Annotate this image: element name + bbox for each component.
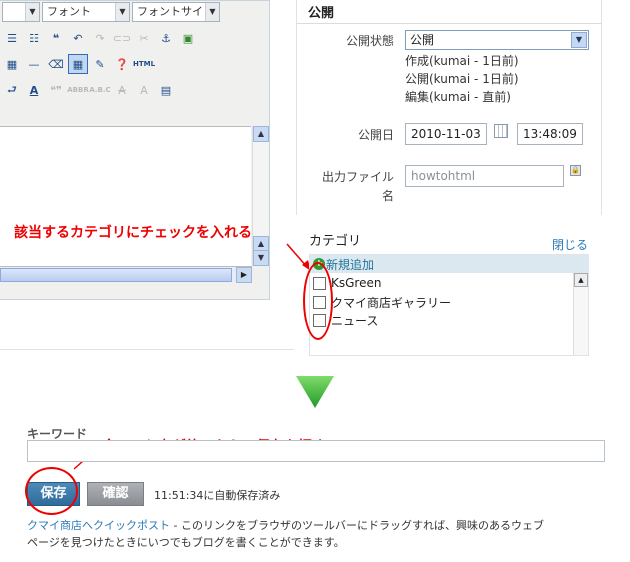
editor-toolbar-row-3: ▦ — ⌫ ▦ ✎ ❓ HTML [0, 52, 155, 76]
image-icon[interactable]: ▣ [178, 28, 198, 48]
chevron-down-icon: ▼ [205, 3, 219, 21]
divider [0, 349, 294, 350]
autosave-status: 11:51:34に自動保存済み [154, 489, 281, 502]
indent-icon[interactable]: ☷ [24, 28, 44, 48]
date-input[interactable]: 2010-11-03 [405, 123, 487, 145]
calendar-icon[interactable] [494, 124, 508, 138]
divider [296, 23, 602, 24]
editor-toolbar-row-1: ▼ フォント ▼ フォントサイ ▼ [0, 0, 220, 24]
undo-icon[interactable]: ↶ [68, 28, 88, 48]
editor-toolbar-row-2: ☰ ☷ ❝ ↶ ↷ ⊂⊃ ✂ ⚓ ▣ [0, 26, 198, 50]
chevron-down-icon: ▼ [25, 3, 39, 21]
editor-toolbar-row-4: ⮐ A ❝❞ ABBR A.B.C A A ▤ [0, 78, 176, 102]
output-file-label: 出力ファイル 名 [321, 170, 394, 203]
category-title: カテゴリ [309, 234, 362, 249]
editor-vertical-scrollbar[interactable]: ▲ ▲ ▼ [252, 126, 269, 266]
font-family-select[interactable]: フォント ▼ [42, 2, 130, 22]
style-icon[interactable]: A [24, 80, 44, 100]
lock-icon[interactable]: 🔒 [570, 165, 581, 176]
chevron-down-icon: ▼ [115, 3, 129, 21]
scroll-right-icon[interactable]: ▶ [236, 267, 252, 283]
time-input[interactable]: 13:48:09 [517, 123, 583, 145]
redo-icon[interactable]: ↷ [90, 28, 110, 48]
cleanup-icon[interactable]: ✎ [90, 54, 110, 74]
history-edited: 編集(kumai - 直前) [405, 90, 511, 104]
insert-text-icon[interactable]: A [134, 80, 154, 100]
format-select[interactable]: ▼ [2, 2, 40, 22]
horizontal-rule-icon[interactable]: — [24, 54, 44, 74]
scroll-up-icon[interactable]: ▲ [574, 273, 588, 287]
chevron-down-icon: ▼ [571, 32, 587, 48]
link-icon[interactable]: ⊂⊃ [112, 28, 132, 48]
acronym-icon[interactable]: A.B.C [89, 80, 110, 100]
annotation-circle [303, 262, 333, 340]
editor-horizontal-scrollbar[interactable]: ▶ [0, 266, 252, 283]
editor-content-area[interactable] [0, 126, 251, 266]
annotation-category-note: 該当するカテゴリにチェックを入れる [14, 225, 252, 241]
list-item[interactable]: クマイ商店ギャラリー [313, 294, 451, 311]
outdent-icon[interactable]: ☰ [2, 28, 22, 48]
html-source-button[interactable]: HTML [133, 54, 155, 74]
attributes-icon[interactable]: ▤ [156, 80, 176, 100]
history-created: 作成(kumai - 1日前) [405, 54, 519, 68]
history-published: 公開(kumai - 1日前) [405, 72, 519, 86]
unlink-icon[interactable]: ✂ [134, 28, 154, 48]
eraser-icon[interactable]: ⌫ [46, 54, 66, 74]
table-icon[interactable]: ▦ [2, 54, 22, 74]
insert-layer-icon[interactable]: ⮐ [2, 80, 22, 100]
publish-title: 公開 [308, 6, 335, 21]
grid-icon[interactable]: ▦ [68, 54, 88, 74]
category-close-link[interactable]: 閉じる [552, 236, 588, 253]
status-select[interactable]: 公開 ▼ [405, 30, 589, 50]
cite-icon[interactable]: ❝❞ [46, 80, 66, 100]
annotation-circle [25, 467, 78, 515]
category-scrollbar[interactable]: ▲ [573, 273, 588, 355]
keyword-input[interactable] [27, 440, 605, 462]
down-arrow-icon [296, 376, 334, 408]
blockquote-icon[interactable]: ❝ [46, 28, 66, 48]
output-file-input[interactable]: howtohtml [405, 165, 564, 187]
font-size-select[interactable]: フォントサイ ▼ [132, 2, 220, 22]
scroll-up-icon[interactable]: ▲ [253, 126, 269, 142]
strikethrough-icon[interactable]: A [112, 80, 132, 100]
scroll-down-icon[interactable]: ▼ [253, 250, 269, 266]
quickpost-link[interactable]: クマイ商店へクイックポスト [27, 519, 170, 532]
date-label: 公開日 [357, 128, 394, 142]
quickpost-text: クマイ商店へクイックポスト - このリンクをブラウザのツールバーにドラッグすれば… [27, 519, 544, 549]
abbreviation-icon[interactable]: ABBR [67, 80, 88, 100]
preview-button[interactable]: 確認 [87, 482, 144, 506]
scroll-thumb[interactable] [0, 268, 232, 282]
status-label: 公開状態 [345, 34, 394, 48]
help-icon[interactable]: ❓ [112, 54, 132, 74]
anchor-icon[interactable]: ⚓ [156, 28, 176, 48]
category-add-new[interactable]: 新規追加 [326, 256, 374, 273]
